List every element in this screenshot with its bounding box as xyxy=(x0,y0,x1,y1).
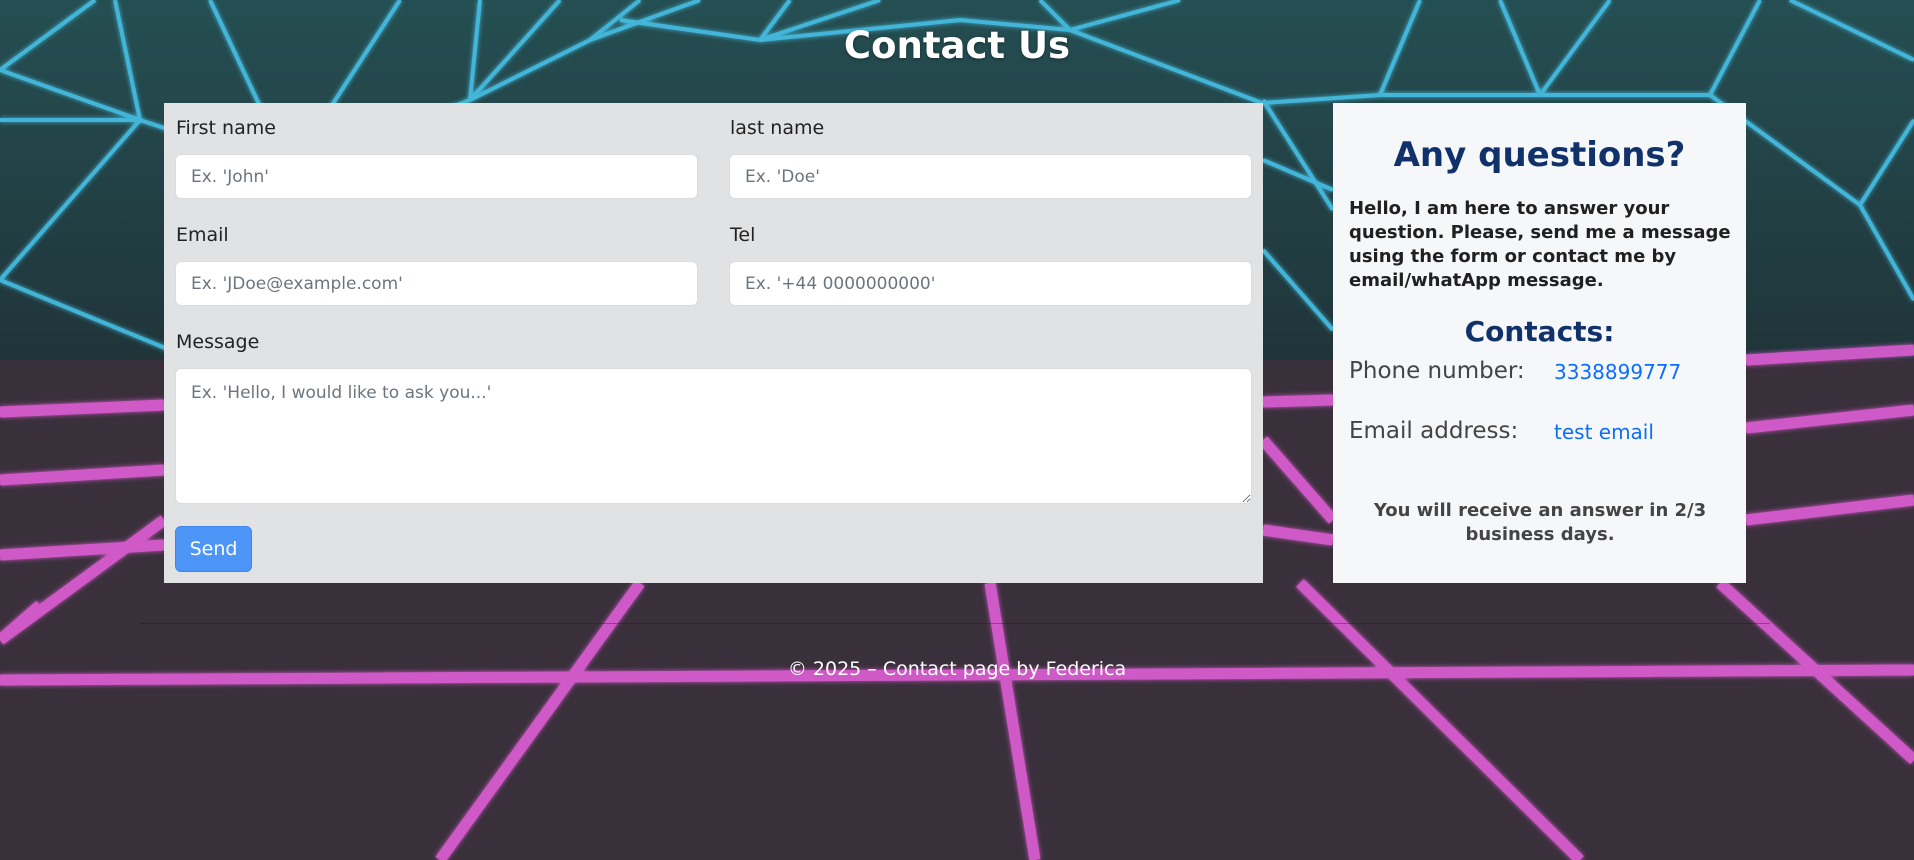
email-label: Email xyxy=(176,224,229,246)
any-questions-heading: Any questions? xyxy=(1393,135,1686,175)
message-label: Message xyxy=(176,331,260,353)
footer-divider xyxy=(140,623,1770,624)
contacts-heading: Contacts: xyxy=(1464,315,1615,348)
phone-link[interactable]: 3338899777 xyxy=(1554,360,1681,384)
page-title: Contact Us xyxy=(843,24,1071,67)
email-address-label: Email address: xyxy=(1349,418,1519,444)
email-link[interactable]: test email xyxy=(1554,420,1654,444)
last-name-input[interactable] xyxy=(729,154,1252,199)
footer-text: © 2025 – Contact page by Federica xyxy=(787,658,1127,680)
last-name-label: last name xyxy=(730,117,825,139)
phone-label: Phone number: xyxy=(1349,358,1525,384)
message-textarea[interactable] xyxy=(175,368,1252,504)
answer-time-note: You will receive an answer in 2/3 busine… xyxy=(1373,500,1707,545)
send-button[interactable]: Send xyxy=(175,526,252,572)
tel-label: Tel xyxy=(730,224,756,246)
info-text: Hello, I am here to answer your question… xyxy=(1349,198,1731,291)
info-panel: Any questions? Hello, I am here to answe… xyxy=(1333,103,1746,583)
first-name-input[interactable] xyxy=(175,154,698,199)
email-input[interactable] xyxy=(175,261,698,306)
first-name-label: First name xyxy=(176,117,276,139)
contact-form: First name last name Email Tel Message S… xyxy=(164,103,1263,583)
tel-input[interactable] xyxy=(729,261,1252,306)
